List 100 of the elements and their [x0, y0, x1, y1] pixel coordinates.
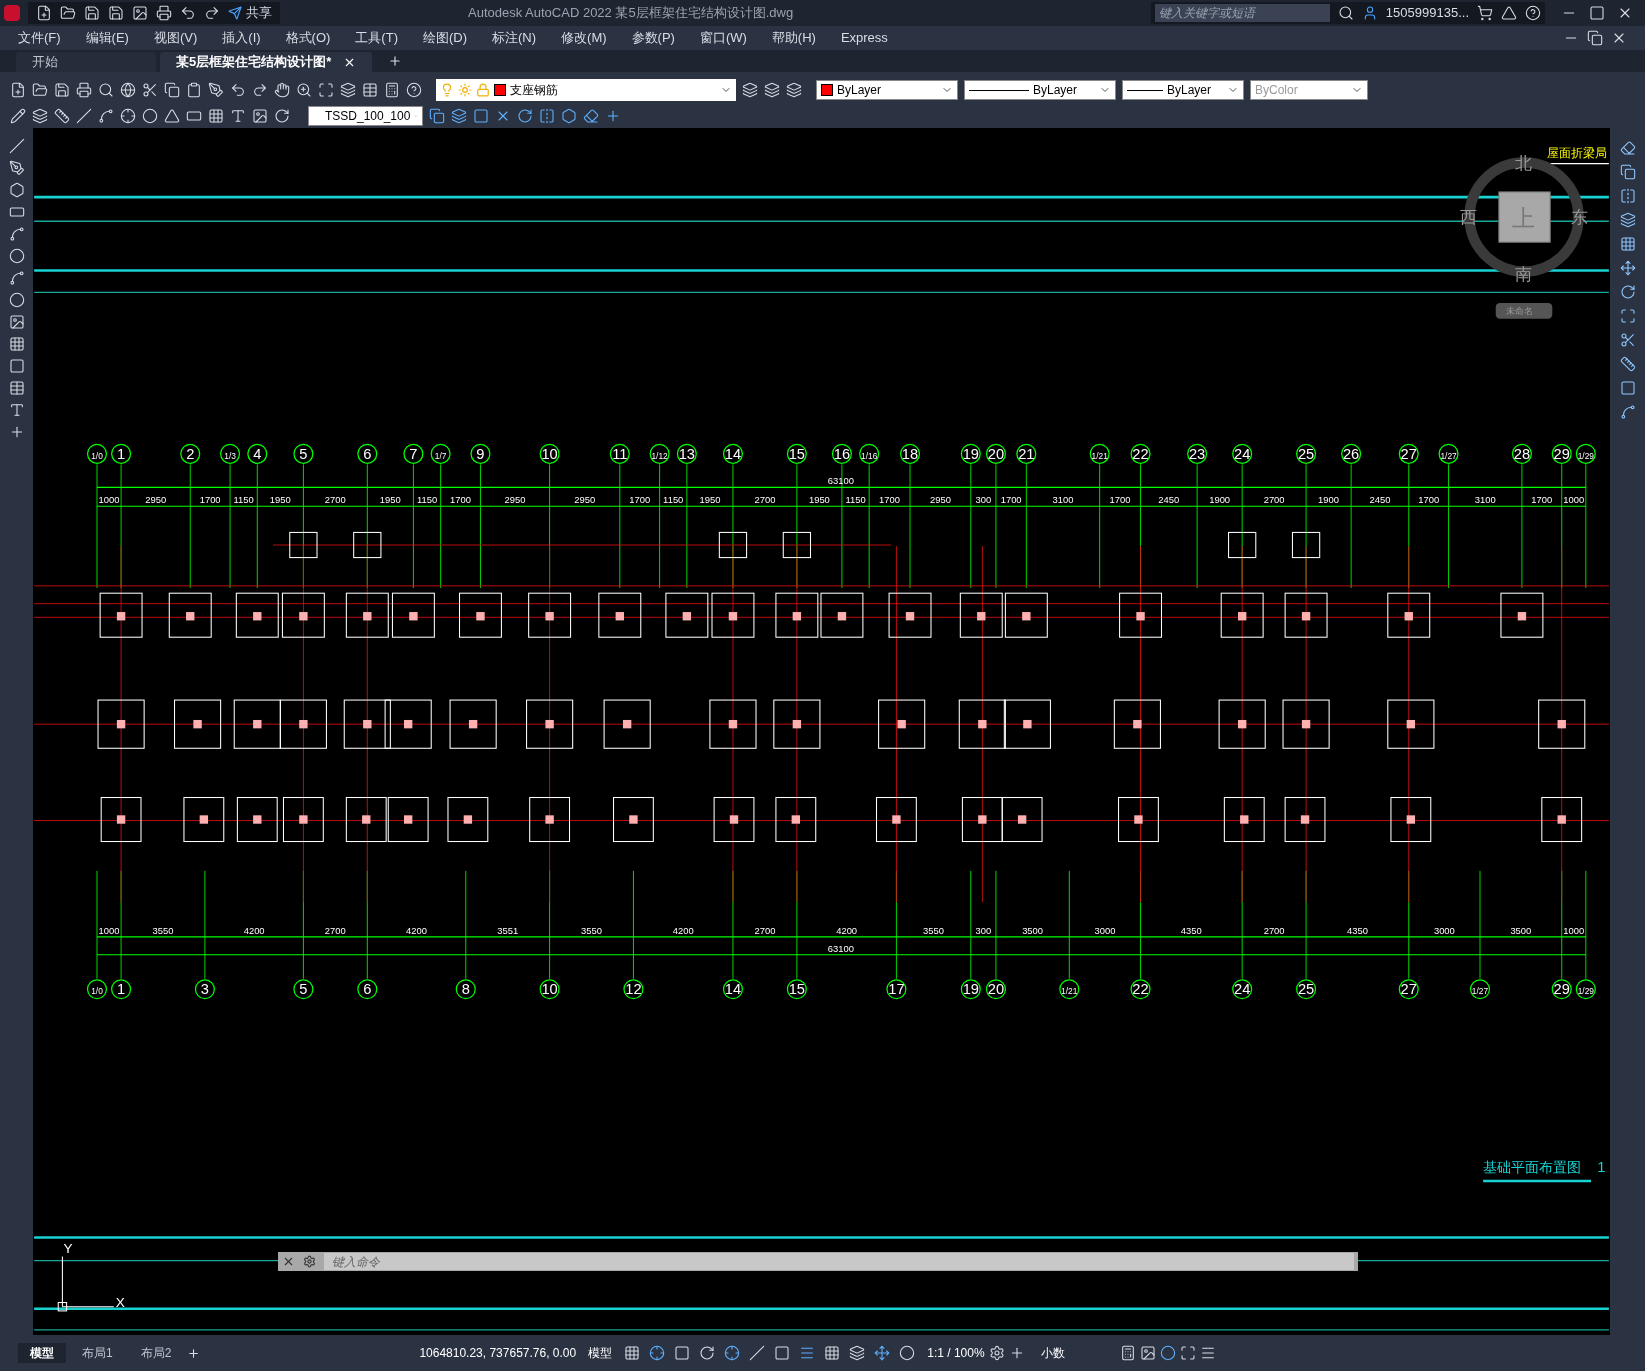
undo-icon[interactable]: [180, 5, 196, 21]
new-file-icon[interactable]: [36, 5, 52, 21]
axis-bubble: 19: [960, 979, 981, 1000]
menu-item[interactable]: 格式(O): [285, 28, 331, 48]
axis-bubble: 24: [1232, 443, 1253, 464]
help-icon[interactable]: [1525, 5, 1541, 21]
units-dropdown[interactable]: 小数: [1040, 1344, 1116, 1362]
menu-item[interactable]: Express: [840, 28, 888, 48]
copy-icon[interactable]: [1619, 164, 1636, 180]
dimension-text: 2950: [504, 494, 526, 506]
new-tab-icon[interactable]: [388, 54, 403, 68]
share-button[interactable]: 共享: [228, 3, 272, 23]
settings-icon[interactable]: [988, 1345, 1005, 1361]
menu-item[interactable]: 修改(M): [561, 28, 607, 48]
arc-icon[interactable]: [8, 226, 25, 242]
menu-item[interactable]: 帮助(H): [771, 28, 816, 48]
circle-icon[interactable]: [8, 248, 25, 264]
cut-icon[interactable]: [142, 82, 158, 98]
dimension-style-dropdown[interactable]: TSSD_100_100: [308, 105, 423, 126]
menu-item[interactable]: 窗口(W): [699, 28, 747, 48]
redo-icon[interactable]: [204, 5, 220, 21]
axis-bubble: 20: [985, 443, 1006, 464]
menu-item[interactable]: 绘图(D): [422, 28, 467, 48]
close-icon[interactable]: [282, 1255, 295, 1268]
color-dropdown[interactable]: ByLayer: [816, 80, 958, 100]
lock-icon: [476, 83, 490, 97]
move-icon[interactable]: [1619, 260, 1636, 276]
globe-icon[interactable]: [120, 82, 136, 98]
undo-icon[interactable]: [230, 82, 246, 98]
fullscreen-icon[interactable]: [1179, 1345, 1196, 1361]
print-icon[interactable]: [156, 5, 172, 21]
menu-item[interactable]: 插入(I): [222, 28, 261, 48]
menu-item[interactable]: 工具(T): [355, 28, 398, 48]
print-icon[interactable]: [76, 82, 92, 98]
restore-icon[interactable]: [1587, 30, 1603, 46]
preview-icon[interactable]: [98, 82, 114, 98]
axis-bubble: 6: [357, 979, 378, 1000]
dimension-text: 2950: [929, 494, 951, 506]
menu-item[interactable]: 编辑(E): [85, 28, 129, 48]
edit-icon[interactable]: [10, 107, 26, 124]
menu-item[interactable]: 视图(V): [153, 28, 198, 48]
menu-item[interactable]: 标注(N): [492, 28, 537, 48]
plot-style-value: ByColor: [1255, 82, 1298, 99]
layout-tab[interactable]: 布局1: [70, 1343, 125, 1363]
help-icon[interactable]: [406, 82, 422, 98]
layout-tab[interactable]: 模型: [18, 1343, 66, 1363]
zoom-icon[interactable]: [296, 82, 312, 98]
corner-title: 屋面折梁局: [1547, 147, 1608, 160]
file-tab[interactable]: 某5层框架住宅结构设计图*: [160, 52, 373, 72]
annotation-scale-button[interactable]: 1:1 / 100%: [927, 1344, 985, 1362]
user-name[interactable]: 1505999135...: [1385, 3, 1469, 23]
maximize-icon[interactable]: [1589, 5, 1605, 21]
linetype-dropdown[interactable]: ByLayer: [964, 80, 1116, 100]
menu-item[interactable]: 文件(F): [18, 28, 61, 48]
drawing-canvas[interactable]: [33, 128, 1610, 1335]
axis-bubble: 1/7: [430, 443, 451, 464]
axis-bubble: 25: [1296, 443, 1317, 464]
axis-bubble: 27: [1398, 979, 1419, 1000]
pan-icon[interactable]: [274, 82, 290, 98]
dimension-text: 3500: [1022, 924, 1044, 936]
line-icon[interactable]: [8, 138, 25, 154]
dimension-text: 2950: [145, 494, 167, 506]
search-icon[interactable]: [1337, 5, 1354, 21]
file-tab[interactable]: 开始: [16, 52, 156, 72]
text-icon[interactable]: [230, 107, 246, 124]
layer-color-swatch: [494, 84, 506, 96]
folder-icon[interactable]: [32, 82, 48, 98]
copy-icon[interactable]: [164, 82, 180, 98]
new-file-icon[interactable]: [10, 82, 26, 98]
dimension-text: 3100: [1474, 494, 1496, 506]
calculator-icon[interactable]: [384, 82, 400, 98]
redo-icon[interactable]: [252, 82, 268, 98]
wrench-icon[interactable]: [303, 1255, 316, 1268]
sun-icon: [458, 83, 472, 97]
scale-icon[interactable]: [1619, 308, 1636, 324]
axis-bubble: 1/3: [220, 443, 241, 464]
paste-icon[interactable]: [186, 82, 202, 98]
axis-bubble: 1/0: [86, 443, 108, 464]
cart-icon[interactable]: [1477, 5, 1493, 21]
axis-bubble: 29: [1551, 443, 1572, 464]
axis-bubble: 15: [786, 979, 807, 1000]
grid-icon[interactable]: [624, 1345, 641, 1361]
text-icon[interactable]: [8, 402, 25, 418]
axis-bubble: 8: [455, 979, 476, 1000]
model-space-button[interactable]: 模型: [588, 1344, 613, 1362]
save-as-icon[interactable]: [108, 5, 124, 21]
drawing-title: 基础平面布置图: [1483, 1159, 1582, 1175]
menu-icon[interactable]: [1199, 1345, 1216, 1361]
folder-icon[interactable]: [60, 5, 76, 21]
add-layout-icon[interactable]: [187, 1346, 201, 1360]
menu-item[interactable]: 参数(P): [631, 28, 675, 48]
layout-tab[interactable]: 布局2: [128, 1343, 184, 1363]
search-field[interactable]: 键入关键字或短语: [1154, 4, 1330, 22]
axis-bubble: 14: [722, 979, 744, 1000]
compass-label: 北: [1515, 153, 1533, 173]
dimension-text: 1900: [1318, 494, 1340, 506]
layer-dropdown[interactable]: 支座钢筋: [436, 79, 736, 101]
save-icon[interactable]: [54, 82, 70, 98]
save-icon[interactable]: [84, 5, 100, 21]
lineweight-dropdown[interactable]: ByLayer: [1122, 80, 1244, 100]
